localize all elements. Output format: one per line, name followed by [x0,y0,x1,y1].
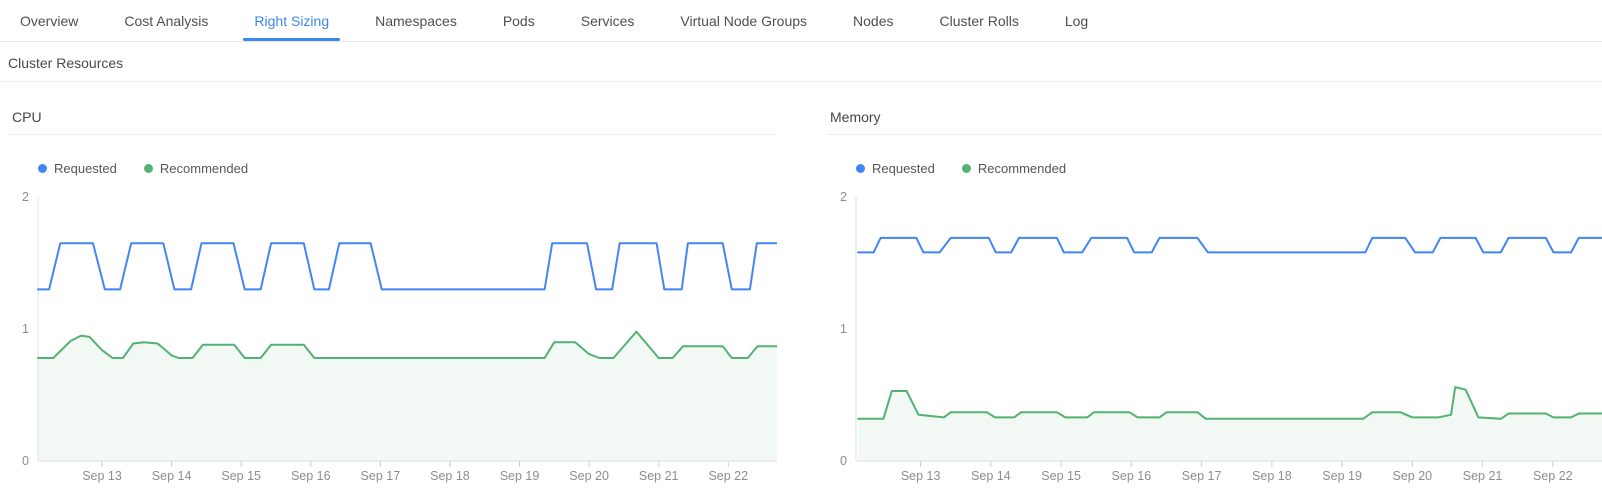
tab-right-sizing[interactable]: Right Sizing [254,0,329,41]
tab-nodes[interactable]: Nodes [853,0,893,41]
requested-dot-icon [38,164,47,173]
tab-virtual-node-groups[interactable]: Virtual Node Groups [680,0,807,41]
legend-label-requested: Requested [54,161,117,176]
memory-chart-title: Memory [826,109,1602,135]
svg-text:Sep 13: Sep 13 [82,469,122,483]
svg-text:Sep 14: Sep 14 [152,469,192,483]
tab-bar: Overview Cost Analysis Right Sizing Namespa… [0,0,1602,42]
tab-pods[interactable]: Pods [503,0,535,41]
svg-text:Sep 21: Sep 21 [639,469,679,483]
tab-overview[interactable]: Overview [20,0,78,41]
svg-text:Sep 20: Sep 20 [569,469,609,483]
svg-text:Sep 22: Sep 22 [708,469,748,483]
svg-text:Sep 15: Sep 15 [221,469,261,483]
legend-item-recommended[interactable]: Recommended [144,161,248,176]
section-title: Cluster Resources [0,42,1602,82]
legend-label-recommended: Recommended [160,161,248,176]
requested-dot-icon [856,164,865,173]
svg-text:Sep 19: Sep 19 [500,469,540,483]
tab-cluster-rolls[interactable]: Cluster Rolls [939,0,1018,41]
legend-item-requested[interactable]: Requested [856,161,935,176]
cpu-chart-panel: CPU Requested Recommended 0 1 2 Sep 13 Sep 1… [8,82,777,484]
legend-item-requested[interactable]: Requested [38,161,117,176]
legend-label-recommended: Recommended [978,161,1066,176]
svg-text:Sep 17: Sep 17 [1182,469,1222,483]
svg-text:Sep 17: Sep 17 [361,469,401,483]
tab-log[interactable]: Log [1065,0,1088,41]
svg-text:Sep 19: Sep 19 [1322,469,1362,483]
recommended-dot-icon [144,164,153,173]
legend-label-requested: Requested [872,161,935,176]
memory-chart-panel: Memory Requested Recommended 0 1 2 Sep 13 Se… [826,82,1602,484]
svg-text:0: 0 [22,454,29,468]
tab-cost-analysis[interactable]: Cost Analysis [124,0,208,41]
svg-text:Sep 18: Sep 18 [430,469,470,483]
svg-text:Sep 21: Sep 21 [1463,469,1503,483]
svg-text:Sep 14: Sep 14 [971,469,1011,483]
recommended-dot-icon [962,164,971,173]
svg-text:2: 2 [22,190,29,204]
svg-text:1: 1 [22,322,29,336]
cpu-chart-legend: Requested Recommended [38,161,777,176]
svg-text:2: 2 [840,190,847,204]
svg-text:1: 1 [840,322,847,336]
memory-plot-area[interactable]: 0 1 2 Sep 13 Sep 14 Sep 15 Sep 16 Sep 17 Sep 18 S… [826,184,1602,484]
charts-row: CPU Requested Recommended 0 1 2 Sep 13 Sep 1… [0,82,1602,484]
legend-item-recommended[interactable]: Recommended [962,161,1066,176]
svg-text:Sep 13: Sep 13 [901,469,941,483]
memory-chart-legend: Requested Recommended [856,161,1602,176]
svg-text:Sep 15: Sep 15 [1041,469,1081,483]
svg-text:0: 0 [840,454,847,468]
tab-namespaces[interactable]: Namespaces [375,0,457,41]
svg-text:Sep 16: Sep 16 [1112,469,1152,483]
tab-services[interactable]: Services [581,0,635,41]
svg-text:Sep 20: Sep 20 [1393,469,1433,483]
cpu-plot-area[interactable]: 0 1 2 Sep 13 Sep 14 Sep 15 Sep 16 Sep 17 Sep 18 S… [8,184,777,484]
svg-text:Sep 18: Sep 18 [1252,469,1292,483]
svg-text:Sep 22: Sep 22 [1533,469,1573,483]
cpu-chart-title: CPU [8,109,777,135]
svg-text:Sep 16: Sep 16 [291,469,331,483]
